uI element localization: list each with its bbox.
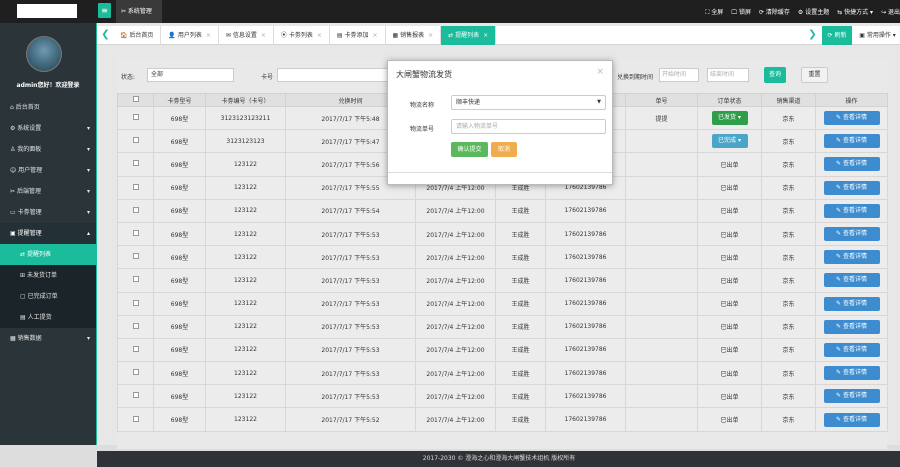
shipping-dialog: 大闸蟹物流发货 × 物流名称 顺丰快递 ▼ 物流单号 请输入物流单号 确认提交 取… (387, 60, 613, 185)
cancel-button[interactable]: 取消 (491, 142, 517, 157)
logistics-label: 物流名称 (410, 102, 435, 109)
chevron-down-icon: ▼ (597, 99, 601, 105)
footer: 2017-2030 © 澄海之心和澄海大闸蟹技术组机 版权所有 (97, 451, 900, 467)
confirm-button[interactable]: 确认提交 (451, 142, 488, 157)
waybill-label: 物流单号 (410, 126, 435, 133)
dialog-title: 大闸蟹物流发货 (396, 70, 452, 79)
divider (388, 172, 612, 173)
logistics-select[interactable]: 顺丰快递 ▼ (451, 95, 606, 110)
waybill-input[interactable]: 请输入物流单号 (451, 119, 606, 134)
close-icon[interactable]: × (596, 67, 604, 77)
